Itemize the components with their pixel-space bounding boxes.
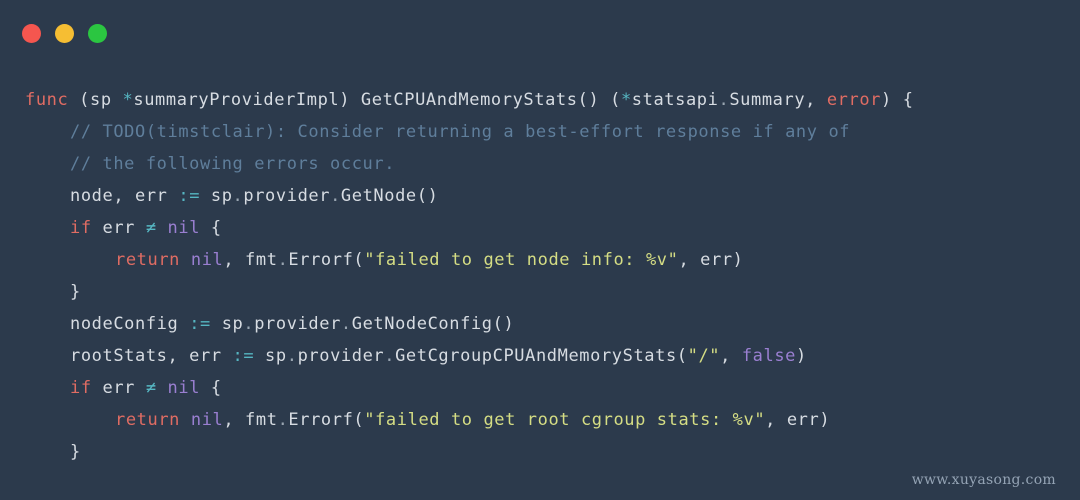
code-token-punct: . — [330, 186, 341, 206]
code-token-plain: (sp — [68, 90, 123, 110]
code-token-plain: GetNodeConfig() — [351, 314, 515, 334]
code-token-op: ≠ — [145, 378, 157, 398]
code-line: // TODO(timstclair): Consider returning … — [25, 116, 1080, 148]
code-token-plain: { — [200, 378, 222, 398]
code-token-plain: provider — [243, 186, 331, 206]
code-token-plain: sp — [254, 346, 287, 366]
code-window: func (sp *summaryProviderImpl) GetCPUAnd… — [0, 0, 1080, 500]
code-token-punct: . — [277, 410, 289, 430]
code-token-plain: ) { — [881, 90, 914, 110]
code-token-op: ≠ — [145, 218, 157, 238]
code-token-str: "failed to get root cgroup stats: %v" — [364, 410, 766, 430]
code-token-punct: . — [718, 90, 730, 110]
code-token-kw: error — [826, 90, 882, 110]
code-line: node, err := sp.provider.GetNode() — [25, 180, 1080, 212]
code-token-plain: statsapi — [631, 90, 719, 110]
code-token-plain: Errorf( — [288, 250, 365, 270]
minimize-window-button[interactable] — [55, 23, 74, 43]
code-line: rootStats, err := sp.provider.GetCgroupC… — [25, 340, 1080, 372]
code-token-str: "failed to get node info: %v" — [364, 250, 679, 270]
code-line: return nil, fmt.Errorf("failed to get no… — [25, 244, 1080, 276]
code-token-punct: . — [340, 314, 352, 334]
window-titlebar — [0, 0, 1080, 66]
code-token-plain: err — [91, 378, 146, 398]
code-token-kw: return — [115, 410, 181, 430]
code-token-plain: { — [200, 218, 222, 238]
code-token-str: "/" — [687, 346, 721, 366]
code-token-comment: // TODO(timstclair): Consider returning … — [70, 122, 851, 142]
code-token-plain: , err) — [765, 410, 831, 430]
code-token-plain: provider — [254, 314, 341, 334]
code-token-op: := — [178, 186, 201, 206]
code-token-plain: , fmt — [223, 250, 278, 270]
code-token-kw: if — [70, 218, 92, 238]
code-line: func (sp *summaryProviderImpl) GetCPUAnd… — [25, 84, 1080, 116]
code-token-kw: func — [25, 90, 69, 110]
code-token-plain: ) — [796, 346, 807, 366]
code-token-plain: node, err — [70, 186, 179, 206]
code-line: } — [25, 276, 1080, 308]
code-line: nodeConfig := sp.provider.GetNodeConfig(… — [25, 308, 1080, 340]
code-line: if err ≠ nil { — [25, 372, 1080, 404]
code-token-const: nil — [167, 218, 201, 238]
code-token-plain: nodeConfig — [70, 314, 190, 334]
code-token-const: nil — [190, 250, 224, 270]
code-token-punct: . — [384, 346, 396, 366]
code-token-plain: summaryProviderImpl) GetCPUAndMemoryStat… — [133, 90, 621, 110]
code-token-plain: sp — [200, 186, 233, 206]
code-token-plain: Errorf( — [288, 410, 365, 430]
code-token-punct: . — [286, 346, 298, 366]
watermark-text: www.xuyasong.com — [911, 472, 1056, 488]
code-token-plain: , fmt — [223, 410, 278, 430]
code-token-punct: . — [243, 314, 255, 334]
code-token-punct: . — [277, 250, 289, 270]
code-line: // the following errors occur. — [25, 148, 1080, 180]
code-token-op: * — [620, 90, 632, 110]
code-line: if err ≠ nil { — [25, 212, 1080, 244]
code-token-kw: if — [70, 378, 92, 398]
code-token-plain: } — [70, 442, 81, 462]
code-token-punct: . — [232, 186, 244, 206]
code-token-plain: provider — [297, 346, 385, 366]
code-block: func (sp *summaryProviderImpl) GetCPUAnd… — [0, 84, 1080, 468]
code-token-plain: err — [91, 218, 146, 238]
maximize-window-button[interactable] — [88, 23, 107, 43]
code-token-plain: } — [70, 282, 81, 302]
code-token-const: nil — [190, 410, 224, 430]
code-token-comment: // the following errors occur. — [70, 154, 396, 174]
code-token-const: nil — [167, 378, 201, 398]
code-token-kw: return — [115, 250, 181, 270]
code-line: return nil, fmt.Errorf("failed to get ro… — [25, 404, 1080, 436]
code-token-plain: sp — [210, 314, 244, 334]
code-token-const: false — [741, 346, 797, 366]
code-line: } — [25, 436, 1080, 468]
code-token-op: := — [189, 314, 211, 334]
code-token-op: * — [122, 90, 134, 110]
code-token-plain: , — [720, 346, 742, 366]
code-token-plain: GetNode() — [340, 186, 439, 206]
code-token-plain: rootStats, err — [70, 346, 233, 366]
code-token-op: := — [232, 346, 255, 366]
code-token-plain: , err) — [678, 250, 744, 270]
code-token-plain: Summary, — [729, 90, 827, 110]
close-window-button[interactable] — [22, 23, 41, 43]
code-token-plain: GetCgroupCPUAndMemoryStats( — [395, 346, 688, 366]
